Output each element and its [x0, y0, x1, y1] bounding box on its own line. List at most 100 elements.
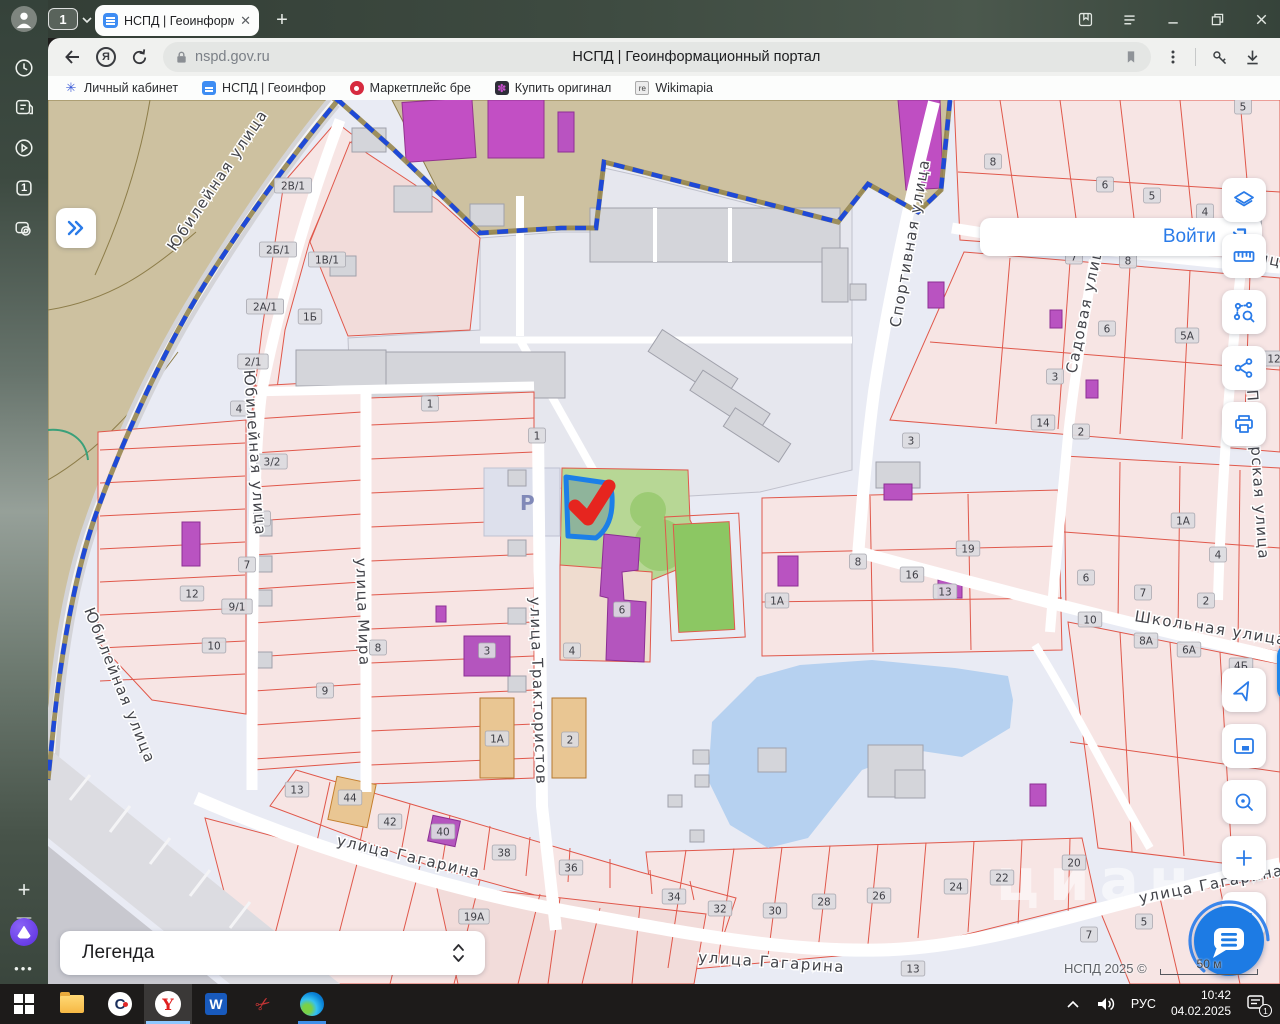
notifications-button[interactable]: 1: [1246, 994, 1268, 1014]
file-explorer-button[interactable]: [48, 984, 96, 1024]
notes-icon[interactable]: [12, 96, 36, 120]
url-text: nspd.gov.ru: [195, 49, 270, 65]
address-bar[interactable]: nspd.gov.ru НСПД | Геоинформационный пор…: [163, 42, 1151, 72]
minimize-icon[interactable]: [1165, 11, 1182, 28]
bookmark-item[interactable]: re Wikimapia: [635, 81, 713, 95]
video-play-icon[interactable]: [12, 136, 36, 160]
lock-icon: [175, 50, 188, 64]
menu-icon[interactable]: [1121, 11, 1138, 28]
c-app-button[interactable]: C: [96, 984, 144, 1024]
tab-title: НСПД | Геоинформаци: [124, 14, 234, 28]
selected-parcel[interactable]: [566, 477, 612, 538]
red-circle-icon: [350, 81, 364, 95]
svg-text:5: 5: [1141, 917, 1148, 929]
tab-close-icon[interactable]: ✕: [240, 13, 251, 29]
svg-text:4: 4: [236, 404, 243, 416]
language-indicator[interactable]: РУС: [1131, 997, 1156, 1011]
bookmark-item[interactable]: ✳ Личный кабинет: [64, 81, 178, 95]
svg-text:8А: 8А: [1139, 636, 1154, 648]
refresh-icon[interactable]: [130, 48, 149, 67]
tray-expand-icon[interactable]: [1065, 998, 1081, 1010]
browser-tab[interactable]: НСПД | Геоинформаци ✕: [95, 5, 259, 36]
clock[interactable]: 10:42 04.02.2025: [1171, 988, 1231, 1019]
toolbar-divider: [1195, 48, 1196, 66]
login-button[interactable]: Войти: [980, 218, 1262, 256]
legend-expand-icon[interactable]: [452, 942, 465, 964]
zoom-in-button[interactable]: [1222, 836, 1266, 880]
svg-text:2А/1: 2А/1: [253, 302, 277, 314]
object-search-button[interactable]: [1222, 290, 1266, 334]
svg-text:2: 2: [1203, 596, 1210, 608]
tabs-count-icon[interactable]: 1: [12, 176, 36, 200]
history-icon[interactable]: [12, 56, 36, 80]
sidebar-add-icon[interactable]: +: [12, 878, 36, 902]
back-icon[interactable]: [62, 47, 82, 67]
legend-panel[interactable]: Легенда: [60, 931, 485, 975]
svg-text:1В/1: 1В/1: [315, 255, 339, 267]
new-tab-button[interactable]: +: [270, 8, 294, 32]
profile-avatar[interactable]: [11, 6, 37, 32]
download-icon[interactable]: [1243, 48, 1262, 67]
browser-sidebar: 1 + •••: [0, 0, 48, 984]
more-options-icon[interactable]: [1165, 49, 1181, 65]
svg-text:3: 3: [1052, 372, 1059, 384]
svg-text:13: 13: [906, 964, 919, 976]
svg-text:1Б: 1Б: [303, 312, 317, 324]
svg-text:8: 8: [1125, 256, 1132, 268]
snipping-tool-button[interactable]: ✂: [240, 984, 288, 1024]
expand-panel-button[interactable]: [56, 208, 96, 248]
svg-text:1: 1: [534, 431, 541, 443]
start-button[interactable]: [0, 984, 48, 1024]
edge-button[interactable]: [288, 984, 336, 1024]
svg-text:20: 20: [1067, 858, 1080, 870]
map-search-button[interactable]: [1222, 780, 1266, 824]
key-icon[interactable]: [1210, 48, 1229, 67]
share-button[interactable]: [1222, 346, 1266, 390]
yandex-services-icon[interactable]: Я: [96, 47, 116, 67]
bookmarks-panel-icon[interactable]: [1077, 11, 1094, 28]
map-canvas[interactable]: циан Р 2В/12Б/11В/12А/11Б2/143/257129/11…: [48, 100, 1280, 984]
bookmark-item[interactable]: НСПД | Геоинфор: [202, 81, 326, 95]
svg-text:4: 4: [569, 646, 576, 658]
word-button[interactable]: W: [192, 984, 240, 1024]
plus-icon: [1232, 846, 1256, 870]
restore-icon[interactable]: [1209, 11, 1226, 28]
svg-text:10: 10: [207, 641, 220, 653]
svg-text:6А: 6А: [1182, 645, 1197, 657]
svg-text:6: 6: [619, 605, 626, 617]
layers-button[interactable]: [1222, 178, 1266, 222]
bookmark-flag-icon[interactable]: [1123, 49, 1139, 65]
alice-assistant-icon[interactable]: [10, 918, 38, 946]
flower-icon: ✽: [495, 81, 509, 95]
svg-text:13: 13: [938, 587, 951, 599]
svg-text:1А: 1А: [1176, 516, 1191, 528]
bookmark-item[interactable]: Маркетплейс бре: [350, 81, 471, 95]
yandex-browser-button[interactable]: Y: [144, 984, 192, 1024]
svg-text:2/1: 2/1: [245, 357, 262, 369]
screenshot-icon[interactable]: [12, 217, 36, 241]
svg-text:34: 34: [667, 892, 681, 904]
svg-text:2: 2: [1078, 427, 1085, 439]
svg-text:улица Мира: улица Мира: [352, 558, 374, 667]
chevron-down-icon[interactable]: [81, 16, 93, 24]
locate-button[interactable]: [1222, 668, 1266, 712]
svg-text:24: 24: [949, 882, 963, 894]
bookmark-item[interactable]: ✽ Купить оригинал: [495, 81, 612, 95]
measure-button[interactable]: [1222, 234, 1266, 278]
system-tray: РУС 10:42 04.02.2025 1: [1065, 988, 1280, 1019]
mini-map-button[interactable]: [1222, 724, 1266, 768]
yandex-browser-icon: Y: [155, 991, 181, 1017]
svg-text:4: 4: [1202, 207, 1209, 219]
map-search-icon: [1232, 790, 1256, 814]
svg-text:12: 12: [1267, 354, 1280, 366]
tab-group-badge[interactable]: 1: [48, 8, 78, 30]
svg-text:19: 19: [961, 544, 974, 556]
svg-text:7: 7: [1086, 930, 1093, 942]
svg-text:7: 7: [1140, 588, 1147, 600]
sidebar-more-icon[interactable]: •••: [12, 956, 36, 980]
close-icon[interactable]: [1253, 11, 1270, 28]
print-button[interactable]: [1222, 402, 1266, 446]
svg-text:42: 42: [383, 817, 396, 829]
word-icon: W: [205, 993, 227, 1015]
volume-icon[interactable]: [1096, 995, 1116, 1013]
